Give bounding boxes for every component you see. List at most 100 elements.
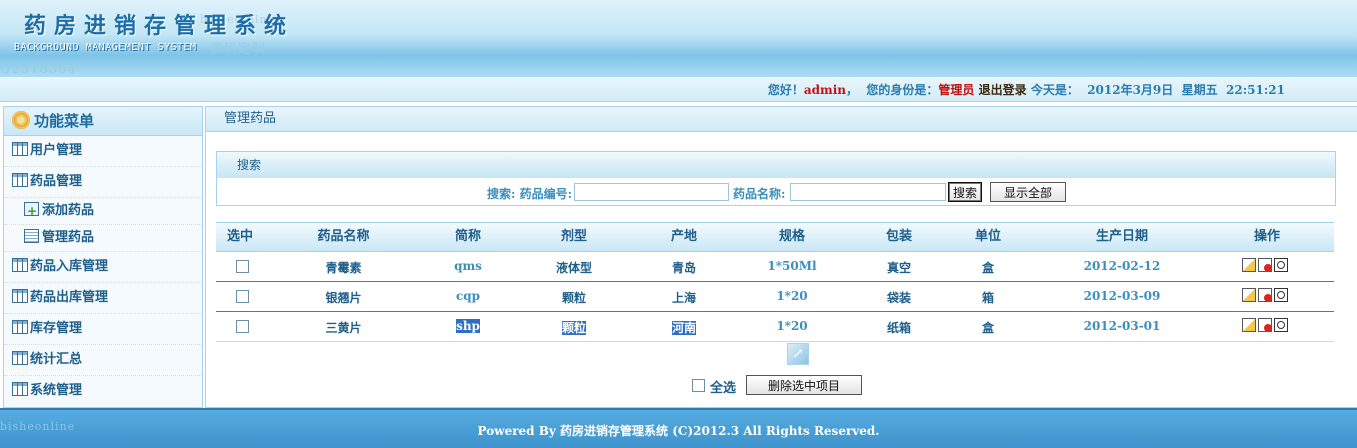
table-icon: [12, 142, 28, 156]
table-header: 选中 药品名称 简称 剂型 产地 规格 包装 单位 生产日期 操作: [216, 222, 1334, 252]
table-icon: [12, 320, 28, 334]
sidebar-item-label: 管理药品: [42, 230, 95, 245]
drug-origin: 上海: [671, 291, 696, 305]
drug-name: 三黄片: [325, 321, 362, 335]
role-value: 管理员: [938, 83, 975, 97]
delete-icon[interactable]: [1258, 288, 1272, 302]
footer: bisheonline Powered By 药房进销存管理系统 (C)2012…: [0, 408, 1357, 448]
drug-name-input[interactable]: [790, 183, 946, 201]
drug-pack: 袋装: [886, 291, 911, 305]
search-section-title: 搜索: [217, 152, 1335, 178]
greeting-text: 您好！: [767, 83, 804, 97]
watermark-row: bisheonline: [200, 13, 276, 26]
column-header-name: 药品名称: [317, 229, 370, 244]
drug-unit: 盒: [981, 261, 994, 275]
role-label: 您的身份是：: [866, 83, 939, 97]
drug-name: 银翘片: [325, 291, 362, 305]
column-header-unit: 单位: [974, 229, 1001, 244]
drug-code-input[interactable]: [574, 183, 729, 201]
copyright-text: Powered By 药房进销存管理系统 (C)2012.3 All Right…: [477, 424, 880, 438]
sidebar-item-add-drug[interactable]: 添加药品: [4, 198, 202, 225]
watermark-row: 源码定制: [210, 42, 267, 57]
header-banner: bisheonline 源码定制 Q2518364 药房进销存管理系统 BACK…: [0, 0, 1357, 77]
search-button[interactable]: 搜索: [948, 182, 983, 202]
drug-spec: 1*50Ml: [767, 259, 817, 273]
drug-short: qms: [454, 259, 482, 273]
table-icon: [12, 258, 28, 272]
sidebar-item-drug-management[interactable]: 药品管理: [4, 167, 202, 198]
add-document-icon: [24, 198, 39, 224]
drug-form: 颗粒: [561, 291, 586, 305]
view-icon[interactable]: [1274, 258, 1288, 272]
drug-name-label: 药品名称:: [733, 187, 786, 201]
delete-icon[interactable]: [1258, 318, 1272, 332]
show-all-button[interactable]: 显示全部: [990, 182, 1066, 202]
drug-code-label: 搜索: 药品编号:: [487, 187, 573, 201]
drug-origin: 河南: [671, 321, 696, 335]
row-checkbox[interactable]: [236, 260, 249, 273]
delete-selected-button[interactable]: 删除选中项目: [746, 375, 862, 395]
current-date: 2012年3月9日: [1087, 83, 1174, 97]
delete-icon[interactable]: [1258, 258, 1272, 272]
view-icon[interactable]: [1274, 318, 1288, 332]
sidebar-item-label: 用户管理: [30, 143, 83, 158]
table-icon: [12, 173, 28, 187]
row-actions: [1242, 288, 1292, 304]
column-header-select: 选中: [226, 229, 253, 244]
drug-form: 颗粒: [561, 321, 586, 335]
column-header-origin: 产地: [670, 229, 697, 244]
sidebar-item-stock-out[interactable]: 药品出库管理: [4, 283, 202, 314]
column-header-spec: 规格: [778, 229, 805, 244]
sidebar-item-stock-in[interactable]: 药品入库管理: [4, 252, 202, 283]
sidebar-title: 功能菜单: [4, 107, 202, 136]
table-row: 三黄片 shp 颗粒 河南 1*20 纸箱 盒 2012-03-01: [216, 312, 1334, 342]
sidebar-item-statistics[interactable]: 统计汇总: [4, 345, 202, 376]
sidebar-item-system[interactable]: 系统管理: [4, 376, 202, 406]
username: admin: [803, 83, 847, 97]
view-icon[interactable]: [1274, 288, 1288, 302]
search-panel: 搜索 搜索: 药品编号: 药品名称: 搜索 显示全部: [216, 151, 1336, 206]
drug-unit: 盒: [981, 321, 994, 335]
user-info-line: 您好！admin， 您的身份是：管理员 退出登录 今天是： 2012年3月9日 …: [768, 81, 1285, 98]
main-panel: 管理药品 搜索 搜索: 药品编号: 药品名称: 搜索 显示全部 选中 药品名称 …: [205, 106, 1357, 408]
sidebar-item-label: 系统管理: [30, 383, 83, 398]
expand-arrow-icon[interactable]: ↗: [787, 343, 809, 365]
drug-origin: 青岛: [671, 261, 696, 275]
sidebar-item-user-management[interactable]: 用户管理: [4, 136, 202, 167]
drug-date: 2012-03-09: [1083, 289, 1161, 303]
drug-short: shp: [456, 319, 480, 333]
edit-icon[interactable]: [1242, 258, 1256, 272]
drug-date: 2012-03-01: [1083, 319, 1161, 333]
edit-icon[interactable]: [1242, 318, 1256, 332]
drug-spec: 1*20: [776, 289, 808, 303]
table-icon: [12, 289, 28, 303]
sidebar-item-label: 库存管理: [30, 321, 83, 336]
drug-spec: 1*20: [776, 319, 808, 333]
sidebar-item-label: 药品入库管理: [30, 259, 109, 274]
column-header-pack: 包装: [885, 229, 912, 244]
logout-link[interactable]: 退出登录: [979, 83, 1027, 97]
drug-table: 选中 药品名称 简称 剂型 产地 规格 包装 单位 生产日期 操作 青霉素 qm…: [216, 222, 1334, 342]
edit-icon[interactable]: [1242, 288, 1256, 302]
bulk-actions: 全选 删除选中项目: [690, 374, 1090, 396]
sidebar-item-label: 药品管理: [30, 174, 83, 189]
current-weekday: 星期五: [1181, 83, 1218, 97]
select-all-checkbox[interactable]: [692, 379, 705, 392]
search-form: 搜索: 药品编号: 药品名称: 搜索 显示全部: [217, 181, 1335, 203]
drug-date: 2012-02-12: [1083, 259, 1161, 273]
sidebar-item-manage-drugs[interactable]: 管理药品: [4, 225, 202, 252]
row-actions: [1242, 258, 1292, 274]
sidebar-item-label: 统计汇总: [30, 352, 83, 367]
gear-icon: [12, 111, 30, 129]
table-icon: [12, 382, 28, 396]
column-header-short: 简称: [454, 229, 481, 244]
row-checkbox[interactable]: [236, 290, 249, 303]
drug-unit: 箱: [981, 291, 994, 305]
row-actions: [1242, 318, 1292, 334]
sidebar: 功能菜单 用户管理 药品管理 添加药品 管理药品 药品入库管理 药品出库管理 库…: [3, 106, 203, 408]
sidebar-item-inventory[interactable]: 库存管理: [4, 314, 202, 345]
sidebar-item-label: 药品出库管理: [30, 290, 109, 305]
row-checkbox[interactable]: [236, 320, 249, 333]
app-subtitle: BACKGROUND MANAGEMENT SYSTEM: [14, 42, 197, 53]
user-info-bar: 您好！admin， 您的身份是：管理员 退出登录 今天是： 2012年3月9日 …: [0, 77, 1357, 102]
